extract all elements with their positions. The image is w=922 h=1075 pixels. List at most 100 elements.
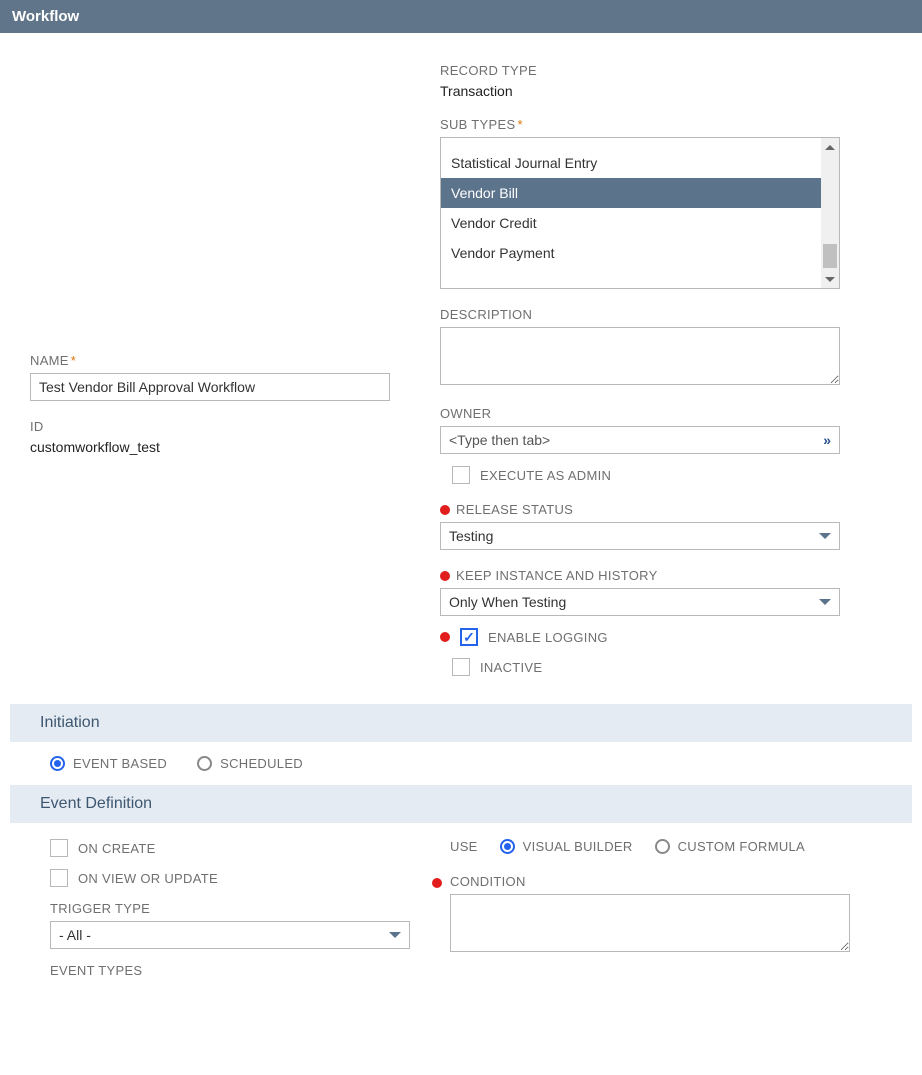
radio-dot-icon — [504, 843, 511, 850]
radio-unselected-icon — [655, 839, 670, 854]
page-title: Workflow — [12, 8, 79, 25]
name-input[interactable] — [30, 373, 390, 401]
event-def-right: USE VISUAL BUILDER CUSTOM FORMULA CONDIT… — [450, 839, 872, 983]
trigger-type-group: TRIGGER TYPE - All - — [50, 901, 410, 949]
initiation-radio-row: EVENT BASED SCHEDULED — [50, 756, 872, 771]
owner-combobox[interactable]: <Type then tab> » — [440, 426, 840, 454]
initiation-header: Initiation — [10, 704, 912, 742]
keep-instance-dropdown[interactable]: Only When Testing — [440, 588, 840, 616]
list-item-selected[interactable]: Vendor Bill — [441, 178, 839, 208]
left-column: NAME* ID customworkflow_test — [30, 63, 410, 694]
on-create-row: ON CREATE — [50, 839, 410, 857]
name-field-group: NAME* — [30, 353, 410, 401]
release-status-dropdown[interactable]: Testing — [440, 522, 840, 550]
red-dot-icon — [440, 632, 450, 642]
list-item[interactable]: Statistical Journal Entry — [441, 148, 839, 178]
trigger-type-dropdown[interactable]: - All - — [50, 921, 410, 949]
description-label: DESCRIPTION — [440, 307, 892, 322]
keep-instance-label-row: KEEP INSTANCE AND HISTORY — [440, 568, 892, 583]
initiation-content: EVENT BASED SCHEDULED — [0, 742, 922, 785]
event-definition-content: ON CREATE ON VIEW OR UPDATE TRIGGER TYPE… — [0, 823, 922, 993]
scroll-up-button[interactable] — [821, 138, 839, 156]
name-label: NAME* — [30, 353, 410, 368]
id-value: customworkflow_test — [30, 439, 410, 455]
scroll-thumb[interactable] — [823, 244, 837, 268]
event-definition-header: Event Definition — [10, 785, 912, 823]
sub-types-label: SUB TYPES* — [440, 117, 892, 132]
custom-formula-label: CUSTOM FORMULA — [678, 839, 805, 854]
condition-label: CONDITION — [450, 874, 872, 889]
owner-label: OWNER — [440, 406, 892, 421]
on-create-checkbox[interactable] — [50, 839, 68, 857]
scrollbar[interactable] — [821, 138, 839, 288]
right-column: RECORD TYPE Transaction SUB TYPES* Stati… — [440, 63, 892, 694]
on-create-label: ON CREATE — [78, 841, 156, 856]
main-form: NAME* ID customworkflow_test RECORD TYPE… — [0, 33, 922, 704]
execute-admin-label: EXECUTE AS ADMIN — [480, 468, 611, 483]
red-dot-icon — [440, 571, 450, 581]
red-dot-icon — [440, 505, 450, 515]
list-item[interactable]: Vendor Credit — [441, 208, 839, 238]
scheduled-label: SCHEDULED — [220, 756, 303, 771]
chevron-down-icon — [819, 599, 831, 605]
sub-types-group: SUB TYPES* Statistical Journal Entry Ven… — [440, 117, 892, 289]
inactive-checkbox[interactable] — [452, 658, 470, 676]
enable-logging-row: ✓ ENABLE LOGGING — [440, 628, 892, 646]
radio-selected-icon — [500, 839, 515, 854]
description-textarea[interactable] — [440, 327, 840, 385]
condition-textarea[interactable] — [450, 894, 850, 952]
event-based-radio[interactable]: EVENT BASED — [50, 756, 167, 771]
chevron-double-down-icon: » — [823, 432, 831, 448]
keep-instance-value: Only When Testing — [449, 594, 566, 610]
list-item[interactable]: Vendor Payment — [441, 238, 839, 268]
page-title-bar: Workflow — [0, 0, 922, 33]
use-row: USE VISUAL BUILDER CUSTOM FORMULA — [450, 839, 872, 854]
enable-logging-checkbox[interactable]: ✓ — [460, 628, 478, 646]
scheduled-radio[interactable]: SCHEDULED — [197, 756, 303, 771]
release-status-value: Testing — [449, 528, 493, 544]
chevron-down-icon — [389, 932, 401, 938]
release-status-label: RELEASE STATUS — [456, 502, 573, 517]
event-types-label: EVENT TYPES — [50, 963, 410, 978]
sub-types-items: Statistical Journal Entry Vendor Bill Ve… — [441, 138, 839, 288]
sub-types-listbox[interactable]: Statistical Journal Entry Vendor Bill Ve… — [440, 137, 840, 289]
release-status-label-row: RELEASE STATUS — [440, 502, 892, 517]
record-type-value: Transaction — [440, 83, 892, 99]
radio-selected-icon — [50, 756, 65, 771]
radio-dot-icon — [54, 760, 61, 767]
chevron-down-icon — [819, 533, 831, 539]
record-type-label: RECORD TYPE — [440, 63, 892, 78]
record-type-group: RECORD TYPE Transaction — [440, 63, 892, 99]
required-star-icon: * — [71, 353, 76, 368]
on-view-update-label: ON VIEW OR UPDATE — [78, 871, 218, 886]
owner-placeholder: <Type then tab> — [449, 432, 550, 448]
required-star-icon: * — [517, 117, 522, 132]
event-def-left: ON CREATE ON VIEW OR UPDATE TRIGGER TYPE… — [50, 839, 410, 983]
keep-instance-label: KEEP INSTANCE AND HISTORY — [456, 568, 658, 583]
checkmark-icon: ✓ — [463, 630, 475, 644]
id-label: ID — [30, 419, 410, 434]
use-label: USE — [450, 839, 478, 854]
enable-logging-label: ENABLE LOGGING — [488, 630, 608, 645]
red-dot-icon — [432, 878, 442, 888]
scroll-down-button[interactable] — [821, 270, 839, 288]
inactive-row: INACTIVE — [452, 658, 892, 676]
keep-instance-group: KEEP INSTANCE AND HISTORY Only When Test… — [440, 568, 892, 676]
execute-admin-checkbox[interactable] — [452, 466, 470, 484]
visual-builder-label: VISUAL BUILDER — [523, 839, 633, 854]
triangle-down-icon — [825, 277, 835, 282]
list-item[interactable] — [441, 138, 839, 148]
on-view-update-checkbox[interactable] — [50, 869, 68, 887]
execute-admin-row: EXECUTE AS ADMIN — [452, 466, 892, 484]
on-view-update-row: ON VIEW OR UPDATE — [50, 869, 410, 887]
radio-unselected-icon — [197, 756, 212, 771]
event-based-label: EVENT BASED — [73, 756, 167, 771]
description-group: DESCRIPTION — [440, 307, 892, 388]
triangle-up-icon — [825, 145, 835, 150]
id-field-group: ID customworkflow_test — [30, 419, 410, 455]
trigger-type-value: - All - — [59, 927, 91, 943]
release-status-group: RELEASE STATUS Testing — [440, 502, 892, 550]
custom-formula-radio[interactable]: CUSTOM FORMULA — [655, 839, 805, 854]
visual-builder-radio[interactable]: VISUAL BUILDER — [500, 839, 633, 854]
trigger-type-label: TRIGGER TYPE — [50, 901, 410, 916]
